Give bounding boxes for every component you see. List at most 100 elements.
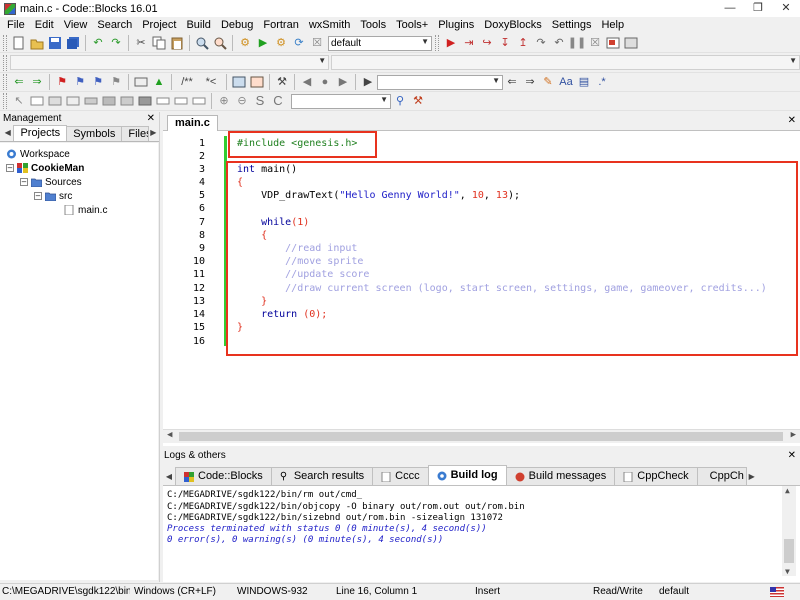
next-line-icon[interactable]: ↪ xyxy=(479,35,495,51)
doxywizard-icon[interactable] xyxy=(133,74,149,90)
restore-button[interactable]: ❐ xyxy=(744,0,772,17)
widget-bitmap-icon[interactable] xyxy=(101,93,117,109)
collapse-icon[interactable]: – xyxy=(20,178,28,186)
scroll-down-icon[interactable]: ▼ xyxy=(785,567,790,576)
minimize-button[interactable]: — xyxy=(716,0,744,17)
menu-search[interactable]: Search xyxy=(92,19,137,31)
collapse-icon[interactable]: – xyxy=(6,164,14,172)
jump-dot-icon[interactable]: ● xyxy=(317,74,333,90)
tab-search-results[interactable]: ⚲ Search results xyxy=(270,467,374,485)
tab-scroll-left-icon[interactable]: ◀ xyxy=(164,469,174,485)
widget-text-icon[interactable] xyxy=(155,93,171,109)
widget-toggle-icon[interactable] xyxy=(137,93,153,109)
function-select[interactable]: ▼ xyxy=(331,55,800,70)
collapse-icon[interactable]: – xyxy=(34,192,42,200)
editor-tab-main-c[interactable]: main.c xyxy=(167,115,218,131)
debug-info-icon[interactable] xyxy=(623,35,639,51)
next-instruction-icon[interactable]: ↷ xyxy=(533,35,549,51)
code-editor[interactable]: 1 2 3 4 5 6 7 8 9 10 11 12 13 14 15 16 #… xyxy=(163,131,800,446)
widget-panel-icon[interactable] xyxy=(47,93,63,109)
class-icon[interactable]: C xyxy=(270,93,286,109)
tree-project[interactable]: – CookieMan xyxy=(6,161,84,175)
toolbar-grip[interactable] xyxy=(435,35,439,51)
incremental-search-icon[interactable]: ▶ xyxy=(360,74,376,90)
stop-debug-icon[interactable]: ☒ xyxy=(587,35,603,51)
step-into-icon[interactable]: ↧ xyxy=(497,35,513,51)
run-icon[interactable]: ▶ xyxy=(255,35,271,51)
horizontal-scrollbar[interactable]: ◀ ▶ xyxy=(163,429,800,443)
regex-icon[interactable]: .* xyxy=(594,74,610,90)
menu-debug[interactable]: Debug xyxy=(216,19,258,31)
chm-help-icon[interactable] xyxy=(249,74,265,90)
highlight-pen-icon[interactable]: ✎ xyxy=(540,74,556,90)
tab-scroll-right-icon[interactable]: ▶ xyxy=(747,469,757,485)
menu-plugins[interactable]: Plugins xyxy=(433,19,479,31)
menu-tools[interactable]: Tools xyxy=(355,19,391,31)
scope-select[interactable]: ▼ xyxy=(10,55,330,70)
debug-run-icon[interactable]: ▶ xyxy=(443,35,459,51)
search-next-icon[interactable]: ⇒ xyxy=(522,74,538,90)
new-file-icon[interactable] xyxy=(11,35,27,51)
open-icon[interactable] xyxy=(29,35,45,51)
menu-project[interactable]: Project xyxy=(137,19,181,31)
widget-dialog-icon[interactable] xyxy=(65,93,81,109)
toolbar-grip[interactable] xyxy=(3,54,7,71)
close-icon[interactable]: ✕ xyxy=(788,449,796,463)
menu-file[interactable]: File xyxy=(2,19,30,31)
tree-file-main-c[interactable]: main.c xyxy=(64,203,107,217)
run-to-cursor-icon[interactable]: ⇥ xyxy=(461,35,477,51)
match-case-icon[interactable]: Aa xyxy=(558,74,574,90)
save-icon[interactable] xyxy=(47,35,63,51)
next-bookmark-icon[interactable]: ⚑ xyxy=(90,74,106,90)
tab-cppcheck-2[interactable]: CppCh xyxy=(696,467,747,485)
jump-forward-icon[interactable]: ⇒ xyxy=(29,74,45,90)
scrollbar-thumb[interactable] xyxy=(784,539,794,563)
scroll-left-icon[interactable]: ◀ xyxy=(167,430,172,440)
cut-icon[interactable]: ✂ xyxy=(133,35,149,51)
widget-frame-icon[interactable] xyxy=(29,93,45,109)
menu-edit[interactable]: Edit xyxy=(30,19,59,31)
tree-workspace[interactable]: Workspace xyxy=(6,147,70,161)
save-all-icon[interactable] xyxy=(65,35,81,51)
wxsmith-resource-select[interactable]: ▼ xyxy=(291,93,391,109)
close-icon[interactable]: ✕ xyxy=(788,115,796,126)
close-window-button[interactable]: ✕ xyxy=(772,0,800,17)
abort-icon[interactable]: ☒ xyxy=(309,35,325,51)
jump-back-icon[interactable]: ⇐ xyxy=(11,74,27,90)
wrench-icon[interactable]: ⚒ xyxy=(274,74,290,90)
step-instruction-icon[interactable]: ↶ xyxy=(551,35,567,51)
incremental-search-input[interactable]: ▼ xyxy=(377,74,503,90)
prev-bookmark-icon[interactable]: ⚑ xyxy=(72,74,88,90)
extract-docs-icon[interactable]: ▲ xyxy=(151,74,167,90)
build-target-select[interactable]: default ▼ xyxy=(328,35,432,51)
menu-build[interactable]: Build xyxy=(181,19,215,31)
html-help-icon[interactable] xyxy=(231,74,247,90)
toolbar-grip[interactable] xyxy=(3,74,7,90)
menu-doxyblocks[interactable]: DoxyBlocks xyxy=(479,19,546,31)
statictext-icon[interactable]: S xyxy=(252,93,268,109)
widget-button-icon[interactable] xyxy=(83,93,99,109)
vertical-scrollbar[interactable]: ▲ ▼ xyxy=(782,486,796,576)
clear-bookmarks-icon[interactable]: ⚑ xyxy=(108,74,124,90)
bookmark-flag-icon[interactable]: ⚑ xyxy=(54,74,70,90)
menu-tools-plus[interactable]: Tools+ xyxy=(391,19,433,31)
menu-fortran[interactable]: Fortran xyxy=(258,19,303,31)
tree-src[interactable]: – src xyxy=(34,189,72,203)
menu-wxsmith[interactable]: wxSmith xyxy=(304,19,356,31)
step-out-icon[interactable]: ↥ xyxy=(515,35,531,51)
scroll-up-icon[interactable]: ▲ xyxy=(785,486,790,495)
widget-list-icon[interactable] xyxy=(191,93,207,109)
zoom-out-icon[interactable]: ⊖ xyxy=(234,93,250,109)
tab-codeblocks-log[interactable]: Code::Blocks xyxy=(175,467,272,485)
undo-icon[interactable]: ↶ xyxy=(90,35,106,51)
replace-icon[interactable] xyxy=(212,35,228,51)
menu-settings[interactable]: Settings xyxy=(547,19,597,31)
menu-view[interactable]: View xyxy=(59,19,93,31)
build-gear-icon[interactable]: ⚙ xyxy=(237,35,253,51)
zoom-in-icon[interactable]: ⊕ xyxy=(216,93,232,109)
tab-scroll-left-icon[interactable]: ◀ xyxy=(3,125,12,141)
search-prev-icon[interactable]: ⇐ xyxy=(504,74,520,90)
tab-cccc[interactable]: Cccc xyxy=(372,467,429,485)
search-magnifier-icon[interactable]: ⚲ xyxy=(392,93,408,109)
tree-sources[interactable]: – Sources xyxy=(20,175,82,189)
